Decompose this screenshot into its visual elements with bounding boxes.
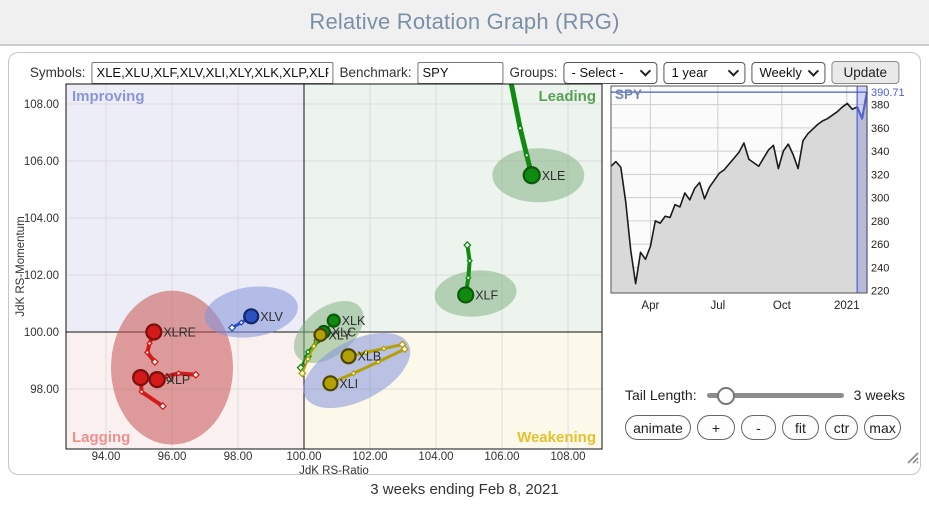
chart-button-max[interactable]: max (864, 415, 901, 440)
tail-length-value: 3 weeks (854, 387, 905, 403)
spy-x-tick-label: 2021 (834, 300, 860, 312)
spy-y-tick-label: 340 (871, 146, 889, 158)
chart-button-fit[interactable]: fit (782, 415, 819, 440)
page-title: Relative Rotation Graph (RRG) (309, 9, 619, 35)
groups-label: Groups: (509, 65, 557, 80)
spy-y-tick-label: 320 (871, 169, 889, 181)
resize-handle-icon[interactable] (902, 447, 920, 465)
chart-button-ctr[interactable]: ctr (825, 415, 858, 440)
quadrant-label-improving: Improving (72, 88, 145, 105)
period-select-value: 1 year (672, 65, 708, 80)
x-tick-label: 104.00 (418, 451, 453, 463)
tail-length-label: Tail Length: (625, 387, 697, 403)
tail-length-slider-thumb[interactable] (717, 387, 735, 405)
rrg-point-XLE[interactable] (524, 167, 540, 183)
spy-y-tick-label: 300 (871, 193, 889, 205)
rrg-chart: XLEXLFXLKXLCXLYXLBXLIXLVXLREXLUXLPImprov… (9, 81, 617, 481)
groups-select-value: - Select - (572, 65, 624, 80)
x-tick-label: 98.00 (224, 451, 253, 463)
spy-y-tick-label: 380 (871, 100, 889, 112)
rrg-point-XLV[interactable] (244, 309, 258, 323)
rrg-point-XLU[interactable] (133, 370, 148, 385)
frequency-select[interactable]: Weekly (752, 62, 826, 84)
rrg-point-label-XLP: XLP (167, 373, 191, 387)
spy-y-tick-label: 280 (871, 216, 889, 228)
y-tick-label: 98.00 (30, 384, 59, 396)
spy-y-tick-label: 240 (871, 262, 889, 274)
chart-button-[interactable]: - (741, 415, 776, 440)
rrg-point-XLF[interactable] (458, 287, 473, 302)
spy-y-tick-label: 220 (871, 286, 889, 298)
spy-last-price-label: 390.71 (871, 87, 905, 99)
rrg-point-XLI[interactable] (323, 376, 337, 390)
spy-window-band (857, 86, 867, 293)
rrg-point-label-XLY: XLY (329, 328, 352, 342)
chevron-down-icon (640, 65, 651, 76)
rrg-point-label-XLB: XLB (358, 350, 382, 364)
chart-caption: 3 weeks ending Feb 8, 2021 (0, 481, 929, 498)
period-select[interactable]: 1 year (664, 62, 746, 84)
rrg-point-XLRE[interactable] (146, 325, 161, 340)
x-tick-label: 100.00 (286, 451, 321, 463)
x-axis-title: JdK RS-Ratio (299, 465, 369, 477)
rrg-point-label-XLV: XLV (260, 310, 283, 324)
rrg-point-XLP[interactable] (150, 372, 165, 387)
spy-y-tick-label: 360 (871, 123, 889, 135)
benchmark-label: Benchmark: (339, 65, 411, 80)
y-axis-title: JdK RS-Momentum (15, 216, 27, 316)
spy-y-tick-label: 260 (871, 239, 889, 251)
quadrant-label-leading: Leading (538, 88, 596, 105)
spy-benchmark-chart: SPY 390.71 220 240 260 280 300 320 340 360 380 Apr J… (609, 83, 922, 315)
x-tick-label: 108.00 (550, 451, 585, 463)
spy-title: SPY (615, 87, 642, 102)
title-bar: Relative Rotation Graph (RRG) (0, 0, 929, 46)
rrg-point-label-XLI: XLI (339, 377, 358, 391)
spy-x-tick-label: Jul (710, 300, 725, 312)
update-button[interactable]: Update (832, 61, 900, 84)
quadrant-label-weakening: Weakening (517, 429, 596, 446)
tail-length-control: Tail Length: 3 weeks (625, 387, 905, 403)
rrg-point-XLB[interactable] (342, 349, 356, 363)
rrg-point-XLY[interactable] (315, 329, 327, 341)
frequency-select-value: Weekly (760, 65, 802, 80)
quadrant-label-lagging: Lagging (72, 429, 130, 446)
y-tick-label: 108.00 (24, 99, 59, 111)
chart-button-animate[interactable]: animate (625, 415, 691, 440)
rrg-point-label-XLRE: XLRE (163, 326, 196, 340)
tail-length-slider[interactable] (707, 393, 844, 398)
y-tick-label: 100.00 (24, 327, 59, 339)
x-tick-label: 102.00 (352, 451, 387, 463)
rrg-point-label-XLF: XLF (475, 288, 498, 302)
rrg-panel: Symbols: Benchmark: Groups: - Select - 1… (8, 52, 921, 475)
x-tick-label: 94.00 (92, 451, 121, 463)
chart-button-[interactable]: + (697, 415, 735, 440)
y-tick-label: 104.00 (24, 213, 59, 225)
spy-x-tick-label: Apr (641, 300, 659, 312)
chevron-down-icon (728, 65, 739, 76)
rrg-point-label-XLE: XLE (542, 169, 566, 183)
chart-buttons: animate+-fitctrmax (625, 415, 901, 440)
y-tick-label: 106.00 (24, 156, 59, 168)
chevron-down-icon (808, 65, 819, 76)
x-tick-label: 106.00 (484, 451, 519, 463)
y-tick-label: 102.00 (24, 270, 59, 282)
spy-x-tick-label: Oct (773, 300, 792, 312)
symbols-label: Symbols: (30, 65, 86, 80)
x-tick-label: 96.00 (158, 451, 187, 463)
